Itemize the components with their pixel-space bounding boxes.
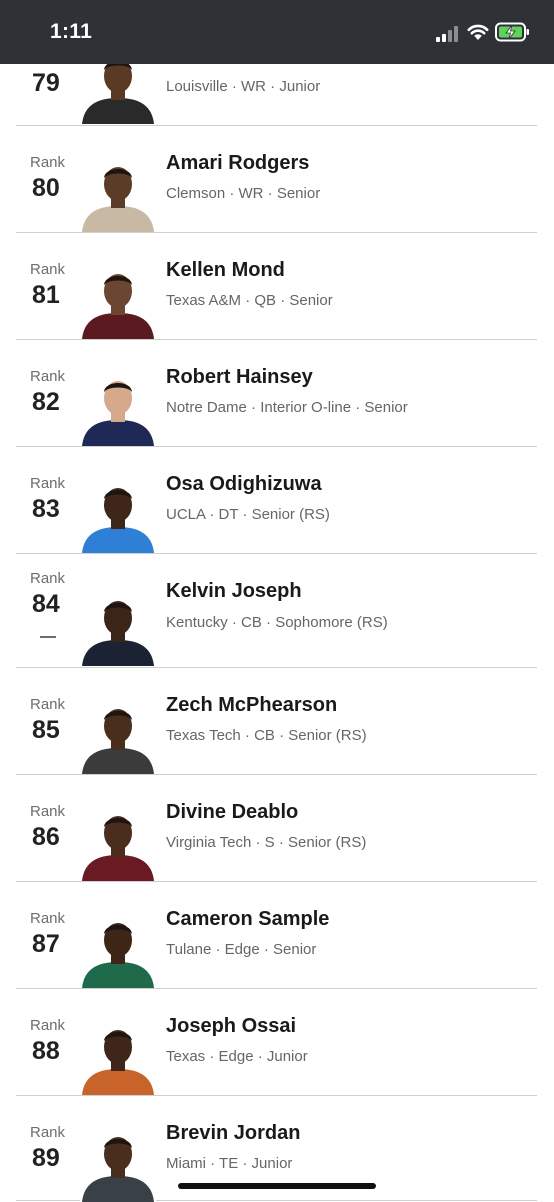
player-row[interactable]: Rank 84 Kelvin Joseph Kentucky · CB · Sopho… — [16, 554, 537, 668]
headshot-image — [80, 1019, 156, 1095]
player-name[interactable]: Cameron Sample — [166, 908, 329, 931]
rank-number: 80 — [32, 174, 60, 202]
player-name[interactable]: Osa Odighizuwa — [166, 473, 322, 496]
player-photo — [80, 156, 156, 232]
headshot-image — [80, 912, 156, 988]
player-name[interactable]: Divine Deablo — [166, 801, 298, 824]
player-photo — [80, 912, 156, 988]
rank-label: Rank — [30, 154, 66, 171]
player-name[interactable]: Zech McPhearson — [166, 694, 337, 717]
player-name[interactable]: Brevin Jordan — [166, 1122, 300, 1145]
player-photo — [80, 590, 156, 666]
player-row[interactable]: Rank 87 Cameron Sample Tulane · Edge · Seni… — [16, 882, 537, 989]
player-name[interactable]: Kellen Mond — [166, 259, 285, 282]
rank-number: 87 — [32, 930, 60, 958]
rank-number: 85 — [32, 716, 60, 744]
player-details: Miami · TE · Junior — [166, 1155, 293, 1172]
battery-charging-icon — [495, 22, 529, 42]
rank-number: 81 — [32, 281, 60, 309]
status-time: 1:11 — [50, 20, 93, 43]
rank-number: 88 — [32, 1037, 60, 1065]
wifi-icon — [467, 24, 489, 40]
player-photo — [80, 1019, 156, 1095]
player-details: Kentucky · CB · Sophomore (RS) — [166, 614, 388, 631]
player-row[interactable]: Rank 81 Kellen Mond Texas A&M · QB · Senior — [16, 233, 537, 340]
player-details: Virginia Tech · S · Senior (RS) — [166, 834, 367, 851]
home-indicator[interactable] — [178, 1183, 376, 1189]
rank-label: Rank — [30, 570, 66, 587]
player-row[interactable]: Rank 80 Amari Rodgers Clemson · WR · Senior — [16, 126, 537, 233]
rank-label: Rank — [30, 696, 66, 713]
headshot-image — [80, 370, 156, 446]
player-row[interactable]: Rank 82 Robert Hainsey Notre Dame · Interio… — [16, 340, 537, 447]
player-details: Tulane · Edge · Senior — [166, 941, 317, 958]
rank-label: Rank — [30, 261, 66, 278]
player-row[interactable]: Rank 83 Osa Odighizuwa UCLA · DT · Senior (… — [16, 447, 537, 554]
rank-change-indicator — [40, 636, 56, 638]
player-row[interactable]: Rank 86 Divine Deablo Virginia Tech · S · S… — [16, 775, 537, 882]
headshot-image — [80, 805, 156, 881]
status-bar: 1:11 — [0, 0, 554, 64]
cellular-signal-icon — [436, 26, 458, 42]
player-photo — [80, 370, 156, 446]
headshot-image — [80, 698, 156, 774]
headshot-image — [80, 1126, 156, 1202]
rank-label: Rank — [30, 475, 66, 492]
player-details: Clemson · WR · Senior — [166, 185, 321, 202]
player-details: Louisville · WR · Junior — [166, 78, 321, 95]
player-name[interactable]: Robert Hainsey — [166, 366, 313, 389]
player-details: UCLA · DT · Senior (RS) — [166, 506, 330, 523]
player-details: Texas A&M · QB · Senior — [166, 292, 333, 309]
rank-label: Rank — [30, 1017, 66, 1034]
rank-number: 82 — [32, 388, 60, 416]
player-photo — [80, 1126, 156, 1202]
player-details: Texas Tech · CB · Senior (RS) — [166, 727, 367, 744]
player-name[interactable]: Amari Rodgers — [166, 152, 309, 175]
rank-label: Rank — [30, 910, 66, 927]
rank-number: 89 — [32, 1144, 60, 1172]
player-photo — [80, 477, 156, 553]
player-name[interactable]: Joseph Ossai — [166, 1015, 296, 1038]
rank-label: Rank — [30, 1124, 66, 1141]
player-photo — [80, 805, 156, 881]
rank-number: 84 — [32, 590, 60, 618]
rank-number: 83 — [32, 495, 60, 523]
prospect-ranking-list[interactable]: Rank79Tutu AtwellLouisville · WR · Junio… — [0, 0, 554, 1202]
rank-label: Rank — [30, 368, 66, 385]
player-details: Texas · Edge · Junior — [166, 1048, 308, 1065]
headshot-image — [80, 263, 156, 339]
player-photo — [80, 263, 156, 339]
player-details: Notre Dame · Interior O-line · Senior — [166, 399, 408, 416]
headshot-image — [80, 156, 156, 232]
headshot-image — [80, 477, 156, 553]
rank-label: Rank — [30, 803, 66, 820]
player-row[interactable]: Rank 85 Zech McPhearson Texas Tech · CB · S… — [16, 668, 537, 775]
player-name[interactable]: Kelvin Joseph — [166, 580, 302, 603]
rank-number: 79 — [32, 69, 60, 97]
player-photo — [80, 698, 156, 774]
player-row[interactable]: Rank 88 Joseph Ossai Texas · Edge · Junior — [16, 989, 537, 1096]
rank-number: 86 — [32, 823, 60, 851]
headshot-image — [80, 590, 156, 666]
